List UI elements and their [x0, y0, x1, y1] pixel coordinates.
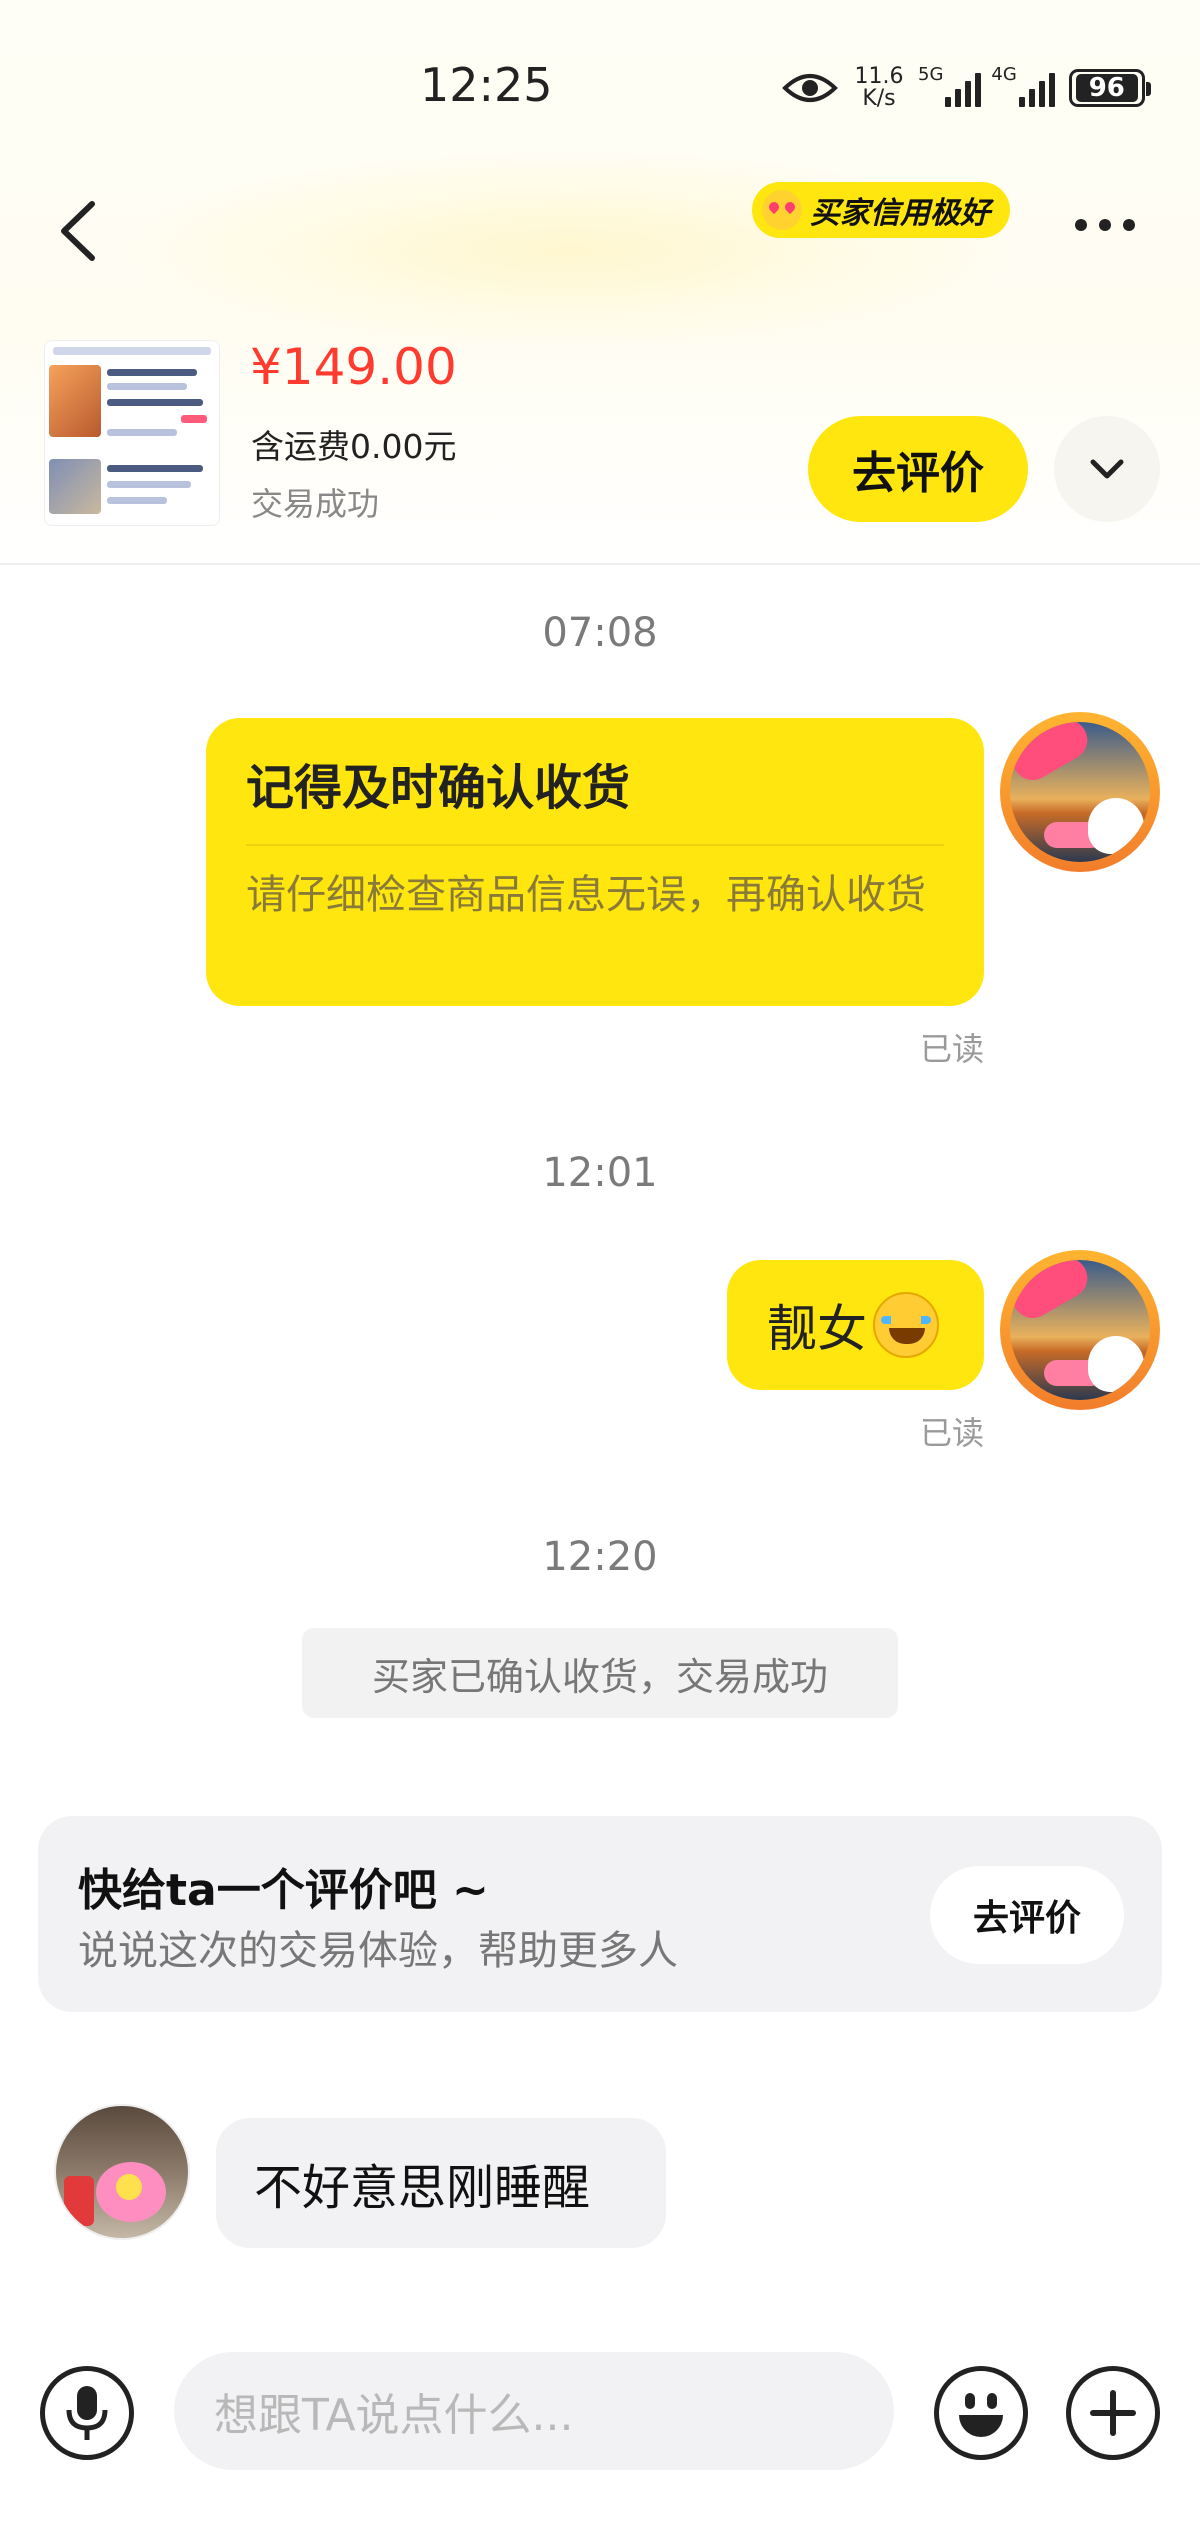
signal-5g: 5G	[918, 64, 982, 107]
more-icon[interactable]	[1075, 210, 1155, 240]
message-text: 不好意思刚睡醒	[254, 2160, 591, 2216]
product-price: ¥149.00	[250, 338, 457, 396]
shipping-fee: 含运费0.00元	[251, 427, 457, 466]
my-message-bubble[interactable]: 靓女	[727, 1260, 984, 1390]
message-time: 12:20	[542, 1534, 658, 1580]
ghost-icon	[1088, 798, 1144, 854]
review-prompt-card: 快给ta一个评价吧 ~ 说说这次的交易体验，帮助更多人 去评价	[38, 1816, 1162, 2012]
my-avatar[interactable]	[1000, 1250, 1160, 1410]
net-speed-unit: K/s	[862, 86, 896, 111]
plus-icon[interactable]	[1066, 2366, 1160, 2460]
card-body: 请仔细检查商品信息无误，再确认收货	[246, 872, 926, 918]
expand-button[interactable]	[1054, 416, 1160, 522]
confirm-receipt-card[interactable]: 记得及时确认收货 请仔细检查商品信息无误，再确认收货	[206, 718, 984, 1006]
header-glow	[120, 150, 1020, 350]
laugh-emoji-icon	[873, 1292, 939, 1358]
system-notice: 买家已确认收货，交易成功	[302, 1628, 898, 1718]
status-icons: 11.6 K/s 5G 4G 96	[782, 60, 1151, 116]
trade-status: 交易成功	[251, 485, 380, 523]
ghost-icon	[1088, 1336, 1144, 1392]
chevron-down-icon	[1090, 459, 1124, 479]
review-button[interactable]: 去评价	[808, 416, 1028, 522]
credit-badge: 买家信用极好	[752, 182, 1010, 238]
net-speed: 11.6 K/s	[850, 66, 908, 110]
battery-level: 96	[1075, 73, 1138, 103]
signal-4g: 4G	[991, 64, 1055, 107]
avatar-badge-icon	[1010, 722, 1095, 788]
status-time: 12:25	[420, 58, 553, 112]
read-receipt: 已读	[920, 1030, 985, 1068]
eye-icon	[782, 74, 838, 102]
seller-message-bubble[interactable]: 不好意思刚睡醒	[216, 2118, 666, 2248]
my-avatar[interactable]	[1000, 712, 1160, 872]
message-time: 12:01	[542, 1150, 658, 1196]
net-speed-value: 11.6	[854, 64, 904, 89]
heart-eyes-emoji-icon	[762, 190, 802, 230]
signal-bars-icon	[1018, 69, 1055, 107]
review-prompt-button[interactable]: 去评价	[930, 1866, 1124, 1964]
review-prompt-title: 快给ta一个评价吧 ~	[78, 1865, 489, 1916]
seller-avatar[interactable]	[54, 2104, 190, 2240]
input-bar: 想跟TA说点什么...	[0, 2330, 1200, 2526]
message-text: 靓女	[767, 1300, 867, 1358]
signal-bars-icon	[945, 69, 982, 107]
message-time: 07:08	[542, 610, 658, 656]
mic-button[interactable]	[40, 2366, 134, 2460]
avatar-badge-icon	[1010, 1260, 1095, 1326]
signal-5g-label: 5G	[918, 64, 944, 85]
mic-icon	[66, 2386, 108, 2440]
card-title: 记得及时确认收货	[246, 748, 944, 846]
review-prompt-subtitle: 说说这次的交易体验，帮助更多人	[78, 1928, 678, 1974]
battery-icon: 96	[1068, 69, 1151, 107]
product-thumbnail[interactable]	[44, 340, 220, 526]
credit-badge-label: 买家信用极好	[810, 196, 990, 231]
back-icon[interactable]	[54, 196, 104, 266]
message-input[interactable]: 想跟TA说点什么...	[174, 2352, 894, 2470]
signal-4g-label: 4G	[991, 64, 1017, 85]
emoji-icon[interactable]	[934, 2366, 1028, 2460]
read-receipt: 已读	[920, 1414, 985, 1452]
